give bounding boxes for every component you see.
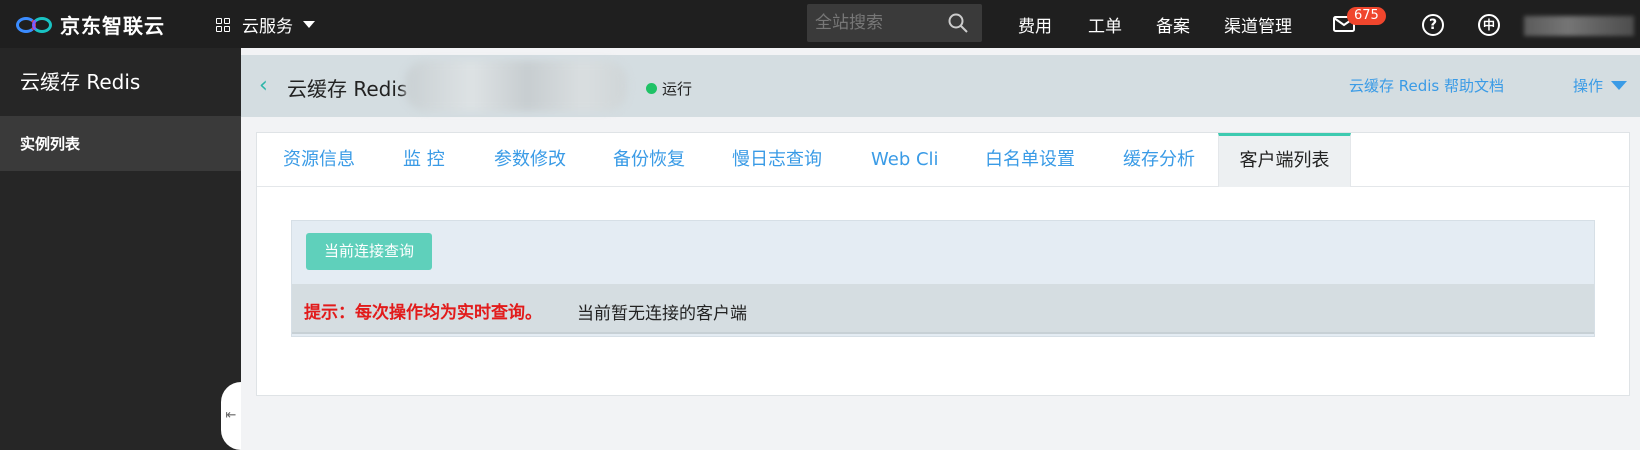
cloud-services-label: 云服务 <box>242 17 293 37</box>
tab-resource-info[interactable]: 资源信息 <box>283 133 355 187</box>
instance-id-blurred <box>405 61 627 111</box>
nav-link-ticket[interactable]: 工单 <box>1088 12 1122 37</box>
detail-panel: 资源信息 监 控 参数修改 备份恢复 慢日志查询 Web Cli 白名单设置 缓… <box>256 132 1630 396</box>
chevron-down-icon <box>303 21 315 28</box>
instance-title: 云缓存 Redis <box>287 77 408 101</box>
tip-row: 提示：每次操作均为实时查询。 当前暂无连接的客户端 <box>292 284 1594 334</box>
sidebar-title: 云缓存 Redis <box>0 48 241 117</box>
current-connection-query-button[interactable]: 当前连接查询 <box>306 233 432 270</box>
nav-link-record[interactable]: 备案 <box>1156 12 1190 37</box>
help-doc-link[interactable]: 云缓存 Redis 帮助文档 <box>1349 75 1504 96</box>
tab-monitor[interactable]: 监 控 <box>403 133 445 187</box>
search-icon[interactable] <box>948 13 968 33</box>
top-nav-links: 费用 工单 备案 渠道管理 <box>1018 0 1292 48</box>
tab-slow-log[interactable]: 慢日志查询 <box>732 133 822 187</box>
status-indicator: 运行 <box>646 78 692 99</box>
cloud-services-menu[interactable]: 云服务 <box>216 12 315 37</box>
user-account-blurred[interactable] <box>1524 16 1634 36</box>
tip-text: 提示：每次操作均为实时查询。 <box>304 303 542 323</box>
tab-bar: 资源信息 监 控 参数修改 备份恢复 慢日志查询 Web Cli 白名单设置 缓… <box>257 133 1629 187</box>
client-list-section: 当前连接查询 提示：每次操作均为实时查询。 当前暂无连接的客户端 <box>291 220 1595 337</box>
tab-cache-analysis[interactable]: 缓存分析 <box>1123 133 1195 187</box>
status-label: 运行 <box>662 80 693 98</box>
instance-header: ‹ 云缓存 Redis 运行 云缓存 Redis 帮助文档 操作 <box>241 55 1640 117</box>
top-navbar: 京东智联云 云服务 费用 工单 备案 渠道管理 675 ? 中 <box>0 0 1640 48</box>
language-icon[interactable]: 中 <box>1478 14 1500 36</box>
tab-whitelist[interactable]: 白名单设置 <box>985 133 1075 187</box>
tab-backup-restore[interactable]: 备份恢复 <box>613 133 685 187</box>
status-dot-icon <box>646 83 657 94</box>
logo[interactable]: 京东智联云 <box>14 10 165 39</box>
tab-client-list[interactable]: 客户端列表 <box>1218 133 1351 187</box>
tab-web-cli[interactable]: Web Cli <box>871 133 939 187</box>
search-box <box>807 4 982 42</box>
back-icon[interactable]: ‹ <box>259 75 273 97</box>
collapse-sidebar-icon[interactable]: ⇤ <box>221 382 241 450</box>
mail-badge: 675 <box>1347 7 1386 25</box>
operations-label: 操作 <box>1573 77 1604 95</box>
nav-link-channel[interactable]: 渠道管理 <box>1224 12 1292 37</box>
search-input[interactable] <box>815 11 935 35</box>
sidebar: 云缓存 Redis 实例列表 <box>0 48 241 450</box>
operations-dropdown[interactable]: 操作 <box>1573 75 1628 96</box>
nav-link-fee[interactable]: 费用 <box>1018 12 1052 37</box>
logo-text: 京东智联云 <box>60 14 165 38</box>
logo-icon <box>14 12 58 38</box>
sidebar-item-instance-list[interactable]: 实例列表 <box>0 117 241 171</box>
empty-message: 当前暂无连接的客户端 <box>577 304 747 324</box>
help-icon[interactable]: ? <box>1422 14 1444 36</box>
grid-icon <box>216 17 230 32</box>
caret-down-icon <box>1611 81 1628 90</box>
tab-param-modify[interactable]: 参数修改 <box>494 133 566 187</box>
